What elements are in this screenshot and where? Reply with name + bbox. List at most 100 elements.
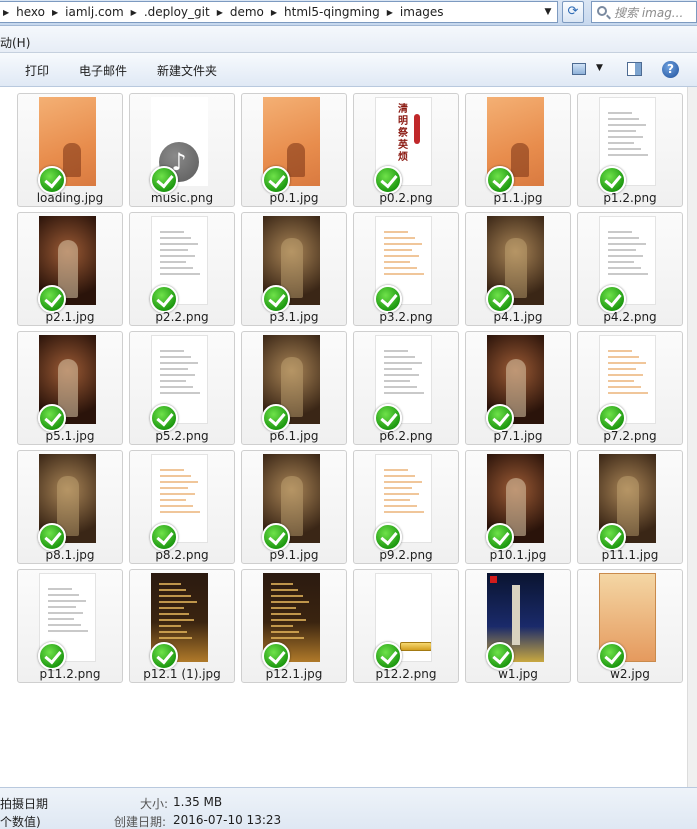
file-name: p6.2.png — [379, 429, 433, 443]
file-name: p10.1.jpg — [489, 548, 547, 562]
menu-help[interactable]: 动(H) — [0, 34, 30, 51]
command-bar: 打印 电子邮件 新建文件夹 ▼ ? — [0, 53, 697, 87]
help-icon[interactable]: ? — [662, 61, 679, 78]
breadcrumb-images[interactable]: images — [396, 5, 448, 19]
breadcrumb-separator-icon[interactable]: ▶ — [214, 8, 226, 17]
file-name: p8.1.jpg — [45, 548, 95, 562]
breadcrumb-separator-icon[interactable]: ▶ — [128, 8, 140, 17]
file-item[interactable]: p2.2.png — [129, 212, 235, 326]
search-box[interactable]: 搜索 imag... — [591, 1, 697, 23]
detail-size-label: 大小: — [140, 797, 169, 811]
file-item[interactable]: p7.1.jpg — [465, 331, 571, 445]
detail-values-label: 个数值) — [0, 815, 41, 829]
file-name: p1.1.jpg — [493, 191, 543, 205]
file-item[interactable]: loading.jpg — [17, 93, 123, 207]
sync-check-icon — [374, 523, 402, 551]
sync-check-icon — [38, 166, 66, 194]
sync-check-icon — [38, 404, 66, 432]
breadcrumb-demo[interactable]: demo — [226, 5, 268, 19]
file-item[interactable]: w2.jpg — [577, 569, 683, 683]
file-name: w1.jpg — [498, 667, 538, 681]
sync-check-icon — [486, 404, 514, 432]
file-name: p0.2.png — [379, 191, 433, 205]
file-name: loading.jpg — [36, 191, 104, 205]
detail-size-value: 1.35 MB — [173, 795, 223, 809]
menu-bar: 动(H) — [0, 26, 697, 53]
file-name: p0.1.jpg — [269, 191, 319, 205]
chevron-down-icon[interactable]: ▼ — [596, 63, 603, 73]
chevron-down-icon[interactable]: ▼ — [541, 5, 555, 19]
file-item[interactable]: p5.1.jpg — [17, 331, 123, 445]
file-name: p2.1.jpg — [45, 310, 95, 324]
detail-date-taken-label: 拍摄日期 — [0, 797, 49, 811]
file-item[interactable]: p4.1.jpg — [465, 212, 571, 326]
file-item[interactable]: p1.1.jpg — [465, 93, 571, 207]
sync-check-icon — [262, 404, 290, 432]
file-item[interactable]: p3.2.png — [353, 212, 459, 326]
file-item[interactable]: p2.1.jpg — [17, 212, 123, 326]
file-name: p9.1.jpg — [269, 548, 319, 562]
sync-check-icon — [150, 166, 178, 194]
file-name: p12.2.png — [375, 667, 437, 681]
sync-check-icon — [38, 642, 66, 670]
file-name: p4.1.jpg — [493, 310, 543, 324]
file-item[interactable]: p1.2.png — [577, 93, 683, 207]
file-item[interactable]: p9.1.jpg — [241, 450, 347, 564]
file-item[interactable]: p12.1 (1).jpg — [129, 569, 235, 683]
file-item[interactable]: p5.2.png — [129, 331, 235, 445]
breadcrumb-deploy-git[interactable]: .deploy_git — [140, 5, 214, 19]
file-item[interactable]: 清明祭英烦 p0.2.png — [353, 93, 459, 207]
address-bar[interactable]: ▶ hexo ▶ iamlj.com ▶ .deploy_git ▶ demo … — [0, 1, 558, 23]
file-item[interactable]: w1.jpg — [465, 569, 571, 683]
file-name: p6.1.jpg — [269, 429, 319, 443]
refresh-button[interactable]: ⟳ — [562, 1, 584, 23]
vertical-scrollbar[interactable] — [687, 87, 697, 787]
file-item[interactable]: p12.1.jpg — [241, 569, 347, 683]
file-name: p4.2.png — [603, 310, 657, 324]
breadcrumb-hexo[interactable]: hexo — [12, 5, 49, 19]
file-name: p2.2.png — [155, 310, 209, 324]
file-item[interactable]: p12.2.png — [353, 569, 459, 683]
file-name: p3.2.png — [379, 310, 433, 324]
breadcrumb-separator-icon[interactable]: ▶ — [0, 8, 12, 17]
sync-check-icon — [486, 642, 514, 670]
file-item[interactable]: p3.1.jpg — [241, 212, 347, 326]
email-button[interactable]: 电子邮件 — [79, 62, 127, 79]
file-item[interactable]: p6.1.jpg — [241, 331, 347, 445]
file-item[interactable]: p11.2.png — [17, 569, 123, 683]
breadcrumb-separator-icon[interactable]: ▶ — [268, 8, 280, 17]
file-list: loading.jpg ♪ music.png p0.1.jpg 清明祭英烦 p0.2.p… — [0, 87, 687, 787]
file-item[interactable]: p4.2.png — [577, 212, 683, 326]
new-folder-button[interactable]: 新建文件夹 — [157, 62, 217, 79]
sync-check-icon — [374, 166, 402, 194]
file-item[interactable]: p8.1.jpg — [17, 450, 123, 564]
file-item[interactable]: p10.1.jpg — [465, 450, 571, 564]
file-item[interactable]: p11.1.jpg — [577, 450, 683, 564]
file-name: p5.2.png — [155, 429, 209, 443]
file-item[interactable]: p9.2.png — [353, 450, 459, 564]
sync-check-icon — [486, 285, 514, 313]
file-name: p8.2.png — [155, 548, 209, 562]
detail-created-label: 创建日期: — [114, 815, 167, 829]
details-pane: 拍摄日期 个数值) 大小: 1.35 MB 创建日期: 2016-07-10 1… — [0, 787, 697, 829]
print-button[interactable]: 打印 — [25, 62, 49, 79]
file-item[interactable]: p7.2.png — [577, 331, 683, 445]
breadcrumb-html5-qingming[interactable]: html5-qingming — [280, 5, 384, 19]
file-item[interactable]: ♪ music.png — [129, 93, 235, 207]
preview-pane-icon[interactable] — [627, 62, 642, 76]
breadcrumb-separator-icon[interactable]: ▶ — [384, 8, 396, 17]
sync-check-icon — [262, 166, 290, 194]
file-name: p11.2.png — [39, 667, 101, 681]
sync-check-icon — [262, 642, 290, 670]
change-view-icon[interactable] — [572, 63, 586, 75]
sync-check-icon — [598, 642, 626, 670]
sync-check-icon — [262, 523, 290, 551]
file-item[interactable]: p0.1.jpg — [241, 93, 347, 207]
breadcrumb-iamlj[interactable]: iamlj.com — [61, 5, 128, 19]
detail-created-value: 2016-07-10 13:23 — [173, 813, 282, 827]
sync-check-icon — [598, 523, 626, 551]
file-item[interactable]: p6.2.png — [353, 331, 459, 445]
file-item[interactable]: p8.2.png — [129, 450, 235, 564]
sync-check-icon — [38, 285, 66, 313]
breadcrumb-separator-icon[interactable]: ▶ — [49, 8, 61, 17]
